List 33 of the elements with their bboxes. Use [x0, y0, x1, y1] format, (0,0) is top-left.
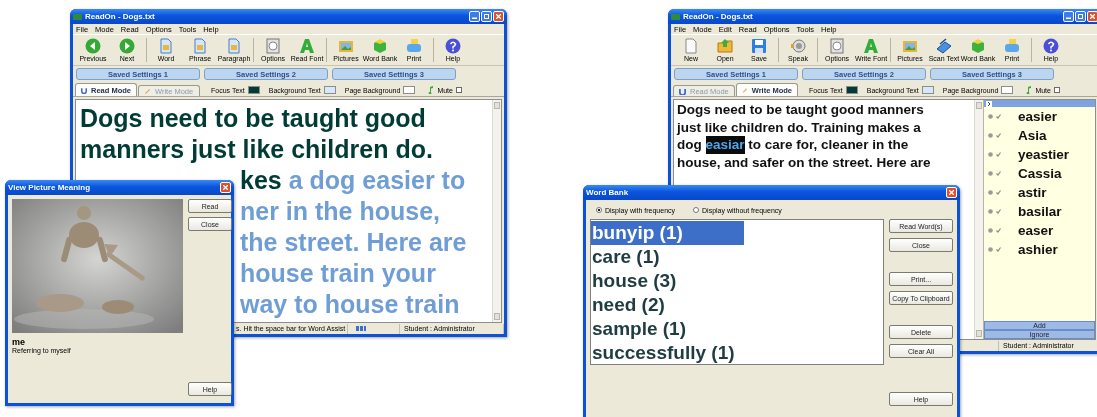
- background-text: way to house train: [240, 289, 460, 320]
- focus-text: Dogs need to be taught good: [80, 103, 426, 134]
- window-title: ReadOn - Dogs.txt: [683, 12, 753, 21]
- word-list-item[interactable]: house (3): [591, 269, 744, 293]
- suggestion-item[interactable]: easer: [984, 221, 1095, 240]
- focus-text: kes: [240, 165, 282, 196]
- background-text: a dog easier to: [288, 165, 466, 196]
- word-list-item[interactable]: bunyip (1): [591, 221, 744, 245]
- suggestion-item[interactable]: Asia: [984, 126, 1095, 145]
- suggestion-item[interactable]: ashier: [984, 240, 1095, 259]
- focus-text: manners just like children do.: [80, 134, 433, 165]
- background-text: the street. Here are: [240, 227, 467, 258]
- background-text: house train your: [240, 258, 436, 289]
- word-title: me: [12, 337, 26, 347]
- background-text: ner in the house,: [240, 196, 441, 227]
- document-text: dog: [677, 136, 702, 154]
- suggestion-item[interactable]: easier: [984, 107, 1095, 126]
- word-list-item[interactable]: sample (1): [591, 317, 744, 341]
- suggestion-item[interactable]: astir: [984, 183, 1095, 202]
- document-text: to care for, cleaner in the: [748, 136, 909, 154]
- word-list-item[interactable]: successfully (1): [591, 341, 744, 365]
- suggestion-item[interactable]: yeastier: [984, 145, 1095, 164]
- window-title: ReadOn - Dogs.txt: [85, 12, 155, 21]
- document-text: just like children do. Training makes a: [677, 118, 921, 136]
- word-list-item[interactable]: need (2): [591, 293, 744, 317]
- highlighted-word: easiar: [705, 136, 745, 154]
- suggestion-item[interactable]: basilar: [984, 202, 1095, 221]
- suggestion-item[interactable]: Cassia: [984, 164, 1095, 183]
- document-text: house, and safer on the street. Here are: [677, 153, 931, 171]
- word-list-item[interactable]: care (1): [591, 245, 744, 269]
- window-title: View Picture Meaning: [8, 183, 91, 192]
- document-text: Dogs need to be taught good manners: [677, 101, 924, 119]
- window-title: Word Bank: [586, 188, 629, 197]
